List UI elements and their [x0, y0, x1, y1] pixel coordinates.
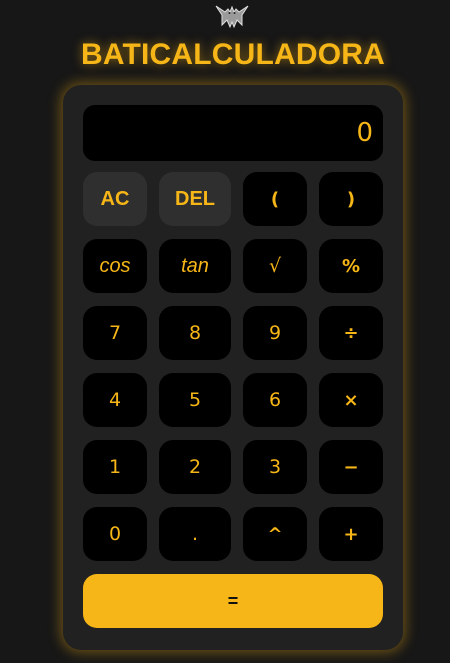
power-button[interactable]: ^ — [243, 507, 307, 561]
close-paren-button[interactable]: ) — [319, 172, 383, 226]
decimal-point-button[interactable]: . — [159, 507, 231, 561]
open-paren-button[interactable]: ( — [243, 172, 307, 226]
bat-logo-icon — [214, 3, 250, 31]
digit-2-button[interactable]: 2 — [159, 440, 231, 494]
display-value: 0 — [356, 118, 373, 148]
digit-5-button[interactable]: 5 — [159, 373, 231, 427]
percent-button[interactable]: % — [319, 239, 383, 293]
minus-button[interactable]: − — [319, 440, 383, 494]
multiply-button[interactable]: × — [319, 373, 383, 427]
clear-all-button[interactable]: AC — [83, 172, 147, 226]
divide-button[interactable]: ÷ — [319, 306, 383, 360]
digit-8-button[interactable]: 8 — [159, 306, 231, 360]
plus-button[interactable]: + — [319, 507, 383, 561]
digit-3-button[interactable]: 3 — [243, 440, 307, 494]
tan-button[interactable]: tan — [159, 239, 231, 293]
sqrt-button[interactable]: √ — [243, 239, 307, 293]
cos-button[interactable]: cos — [83, 239, 147, 293]
delete-button[interactable]: DEL — [159, 172, 231, 226]
equals-button[interactable]: = — [83, 574, 383, 628]
calculator-panel: 0 AC DEL ( ) cos tan √ % 7 8 9 ÷ 4 5 6 ×… — [63, 85, 403, 650]
digit-7-button[interactable]: 7 — [83, 306, 147, 360]
digit-1-button[interactable]: 1 — [83, 440, 147, 494]
digit-4-button[interactable]: 4 — [83, 373, 147, 427]
app-title: BATICALCULADORA — [80, 38, 386, 71]
digit-6-button[interactable]: 6 — [243, 373, 307, 427]
digit-9-button[interactable]: 9 — [243, 306, 307, 360]
digit-0-button[interactable]: 0 — [83, 507, 147, 561]
display-screen: 0 — [83, 105, 383, 161]
